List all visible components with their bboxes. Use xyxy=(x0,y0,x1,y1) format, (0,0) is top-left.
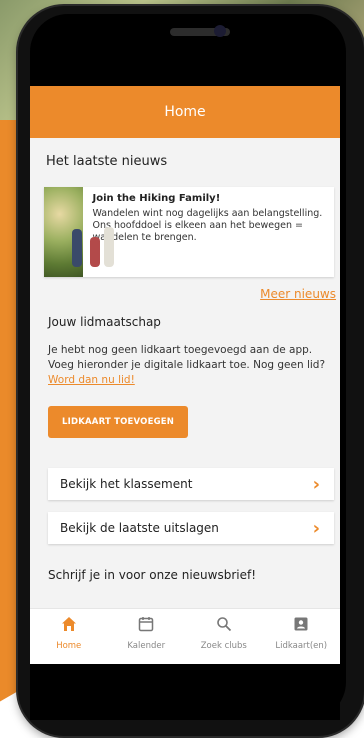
tab-membership-cards[interactable]: Lidkaart(en) xyxy=(266,609,336,664)
tab-bar: Home Kalender Zoek clubs Lidkaart(en) xyxy=(30,608,340,664)
news-body: Wandelen wint nog dagelijks aan belangst… xyxy=(92,208,323,243)
more-news-link[interactable]: Meer nieuws xyxy=(30,277,340,301)
id-card-icon xyxy=(292,615,310,633)
app-screen: Home Het laatste nieuws Join the Hiking … xyxy=(30,86,340,664)
tab-calendar[interactable]: Kalender xyxy=(111,609,181,664)
tab-home[interactable]: Home xyxy=(34,609,104,664)
ranking-link-label: Bekijk het klassement xyxy=(60,477,193,491)
membership-text: Je hebt nog geen lidkaart toegevoegd aan… xyxy=(48,344,326,371)
tab-label: Home xyxy=(56,641,82,651)
search-icon xyxy=(215,615,233,633)
tab-label: Zoek clubs xyxy=(200,641,247,651)
add-card-button[interactable]: LIDKAART TOEVOEGEN xyxy=(48,406,189,438)
calendar-icon xyxy=(137,615,155,633)
results-link-label: Bekijk de laatste uitslagen xyxy=(60,521,219,535)
ranking-link[interactable]: Bekijk het klassement › xyxy=(48,468,334,500)
news-section-title: Het laatste nieuws xyxy=(46,154,168,169)
newsletter-title: Schrijf je in voor onze nieuwsbrief! xyxy=(48,568,257,582)
join-link[interactable]: Word dan nu lid! xyxy=(48,374,135,386)
phone-bottom-bezel xyxy=(30,664,340,720)
membership-body: Je hebt nog geen lidkaart toegevoegd aan… xyxy=(30,329,340,388)
tab-label: Lidkaart(en) xyxy=(275,641,328,651)
news-card[interactable]: Join the Hiking Family! Wandelen wint no… xyxy=(44,187,334,277)
results-link[interactable]: Bekijk de laatste uitslagen › xyxy=(48,512,334,544)
chevron-right-icon: › xyxy=(312,517,320,539)
tab-label: Kalender xyxy=(127,641,166,651)
membership-title: Jouw lidmaatschap xyxy=(48,315,161,329)
tab-search-clubs[interactable]: Zoek clubs xyxy=(189,609,259,664)
phone-camera xyxy=(214,25,226,37)
news-title: Join the Hiking Family! xyxy=(92,193,221,204)
app-header: Home xyxy=(30,86,340,138)
news-text: Join the Hiking Family! Wandelen wint no… xyxy=(83,187,335,277)
chevron-right-icon: › xyxy=(312,473,320,495)
page-title: Home xyxy=(164,104,206,120)
home-icon xyxy=(60,615,78,633)
news-image xyxy=(44,187,114,277)
